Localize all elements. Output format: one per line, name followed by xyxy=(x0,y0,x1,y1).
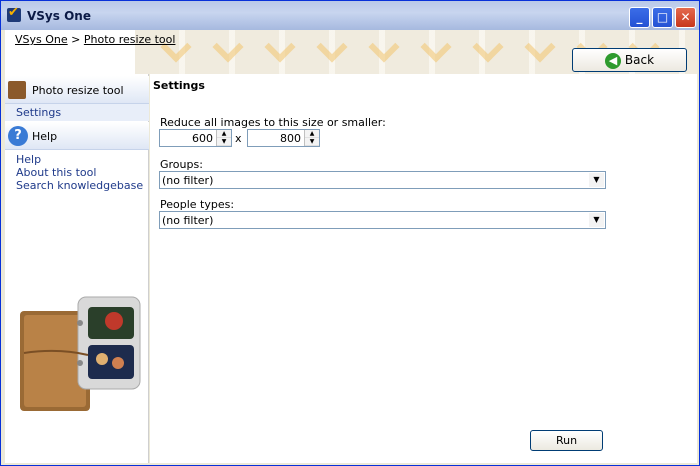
height-up-arrow-icon[interactable]: ▲ xyxy=(305,130,319,138)
sidebar-item-about[interactable]: About this tool xyxy=(16,166,96,179)
sidebar-help-title: Help xyxy=(32,130,58,143)
sidebar-item-search-knowledgebase[interactable]: Search knowledgebase xyxy=(16,179,143,192)
breadcrumb-separator: > xyxy=(71,33,81,46)
sidebar: Photo resize tool Settings ? Help Help A… xyxy=(5,74,149,463)
people-types-label: People types: xyxy=(160,198,235,211)
back-arrow-icon: ◀ xyxy=(604,52,621,69)
sidebar-tool-header: Photo resize tool xyxy=(5,76,149,104)
height-value: 800 xyxy=(280,132,301,145)
window-title: VSys One xyxy=(27,9,91,23)
maximize-button[interactable]: □ xyxy=(652,7,673,28)
app-logo-icon xyxy=(7,5,21,22)
sidebar-item-settings[interactable]: Settings xyxy=(5,104,149,121)
height-down-arrow-icon[interactable]: ▼ xyxy=(305,138,319,146)
width-value: 600 xyxy=(192,132,213,145)
size-label: Reduce all images to this size or smalle… xyxy=(160,116,386,129)
sidebar-help-header: ? Help xyxy=(5,122,149,150)
breadcrumb-current-link[interactable]: Photo resize tool xyxy=(84,33,176,46)
help-icon: ? xyxy=(8,126,28,146)
people-types-select[interactable]: (no filter) ▼ xyxy=(159,211,606,229)
breadcrumb-root-link[interactable]: VSys One xyxy=(15,33,68,46)
width-stepper[interactable]: 600 ▲ ▼ xyxy=(159,129,232,147)
app-window: VSys One _ □ ✕ VSys One > Photo resize t… xyxy=(0,0,700,466)
chevron-down-icon[interactable]: ▼ xyxy=(589,213,604,227)
people-types-select-value: (no filter) xyxy=(162,214,214,227)
width-up-arrow-icon[interactable]: ▲ xyxy=(217,130,231,138)
sidebar-item-help[interactable]: Help xyxy=(16,153,41,166)
groups-select[interactable]: (no filter) ▼ xyxy=(159,171,606,189)
title-bar: VSys One _ □ ✕ xyxy=(1,1,699,30)
groups-label: Groups: xyxy=(160,158,203,171)
run-button[interactable]: Run xyxy=(530,430,603,451)
chevron-down-icon[interactable]: ▼ xyxy=(589,173,604,187)
section-title: Settings xyxy=(153,79,205,92)
photo-album-illustration-icon xyxy=(20,296,141,411)
close-button[interactable]: ✕ xyxy=(675,7,696,28)
groups-select-value: (no filter) xyxy=(162,174,214,187)
height-stepper[interactable]: 800 ▲ ▼ xyxy=(247,129,320,147)
back-button-label: Back xyxy=(624,53,655,67)
main-panel: Settings Reduce all images to this size … xyxy=(150,74,697,463)
photo-album-icon xyxy=(8,81,26,99)
sidebar-tool-title: Photo resize tool xyxy=(32,84,124,97)
times-symbol: x xyxy=(235,132,242,145)
back-button[interactable]: ◀ Back xyxy=(572,48,687,72)
breadcrumb: VSys One > Photo resize tool xyxy=(15,33,175,46)
minimize-button[interactable]: _ xyxy=(629,7,650,28)
width-down-arrow-icon[interactable]: ▼ xyxy=(217,138,231,146)
